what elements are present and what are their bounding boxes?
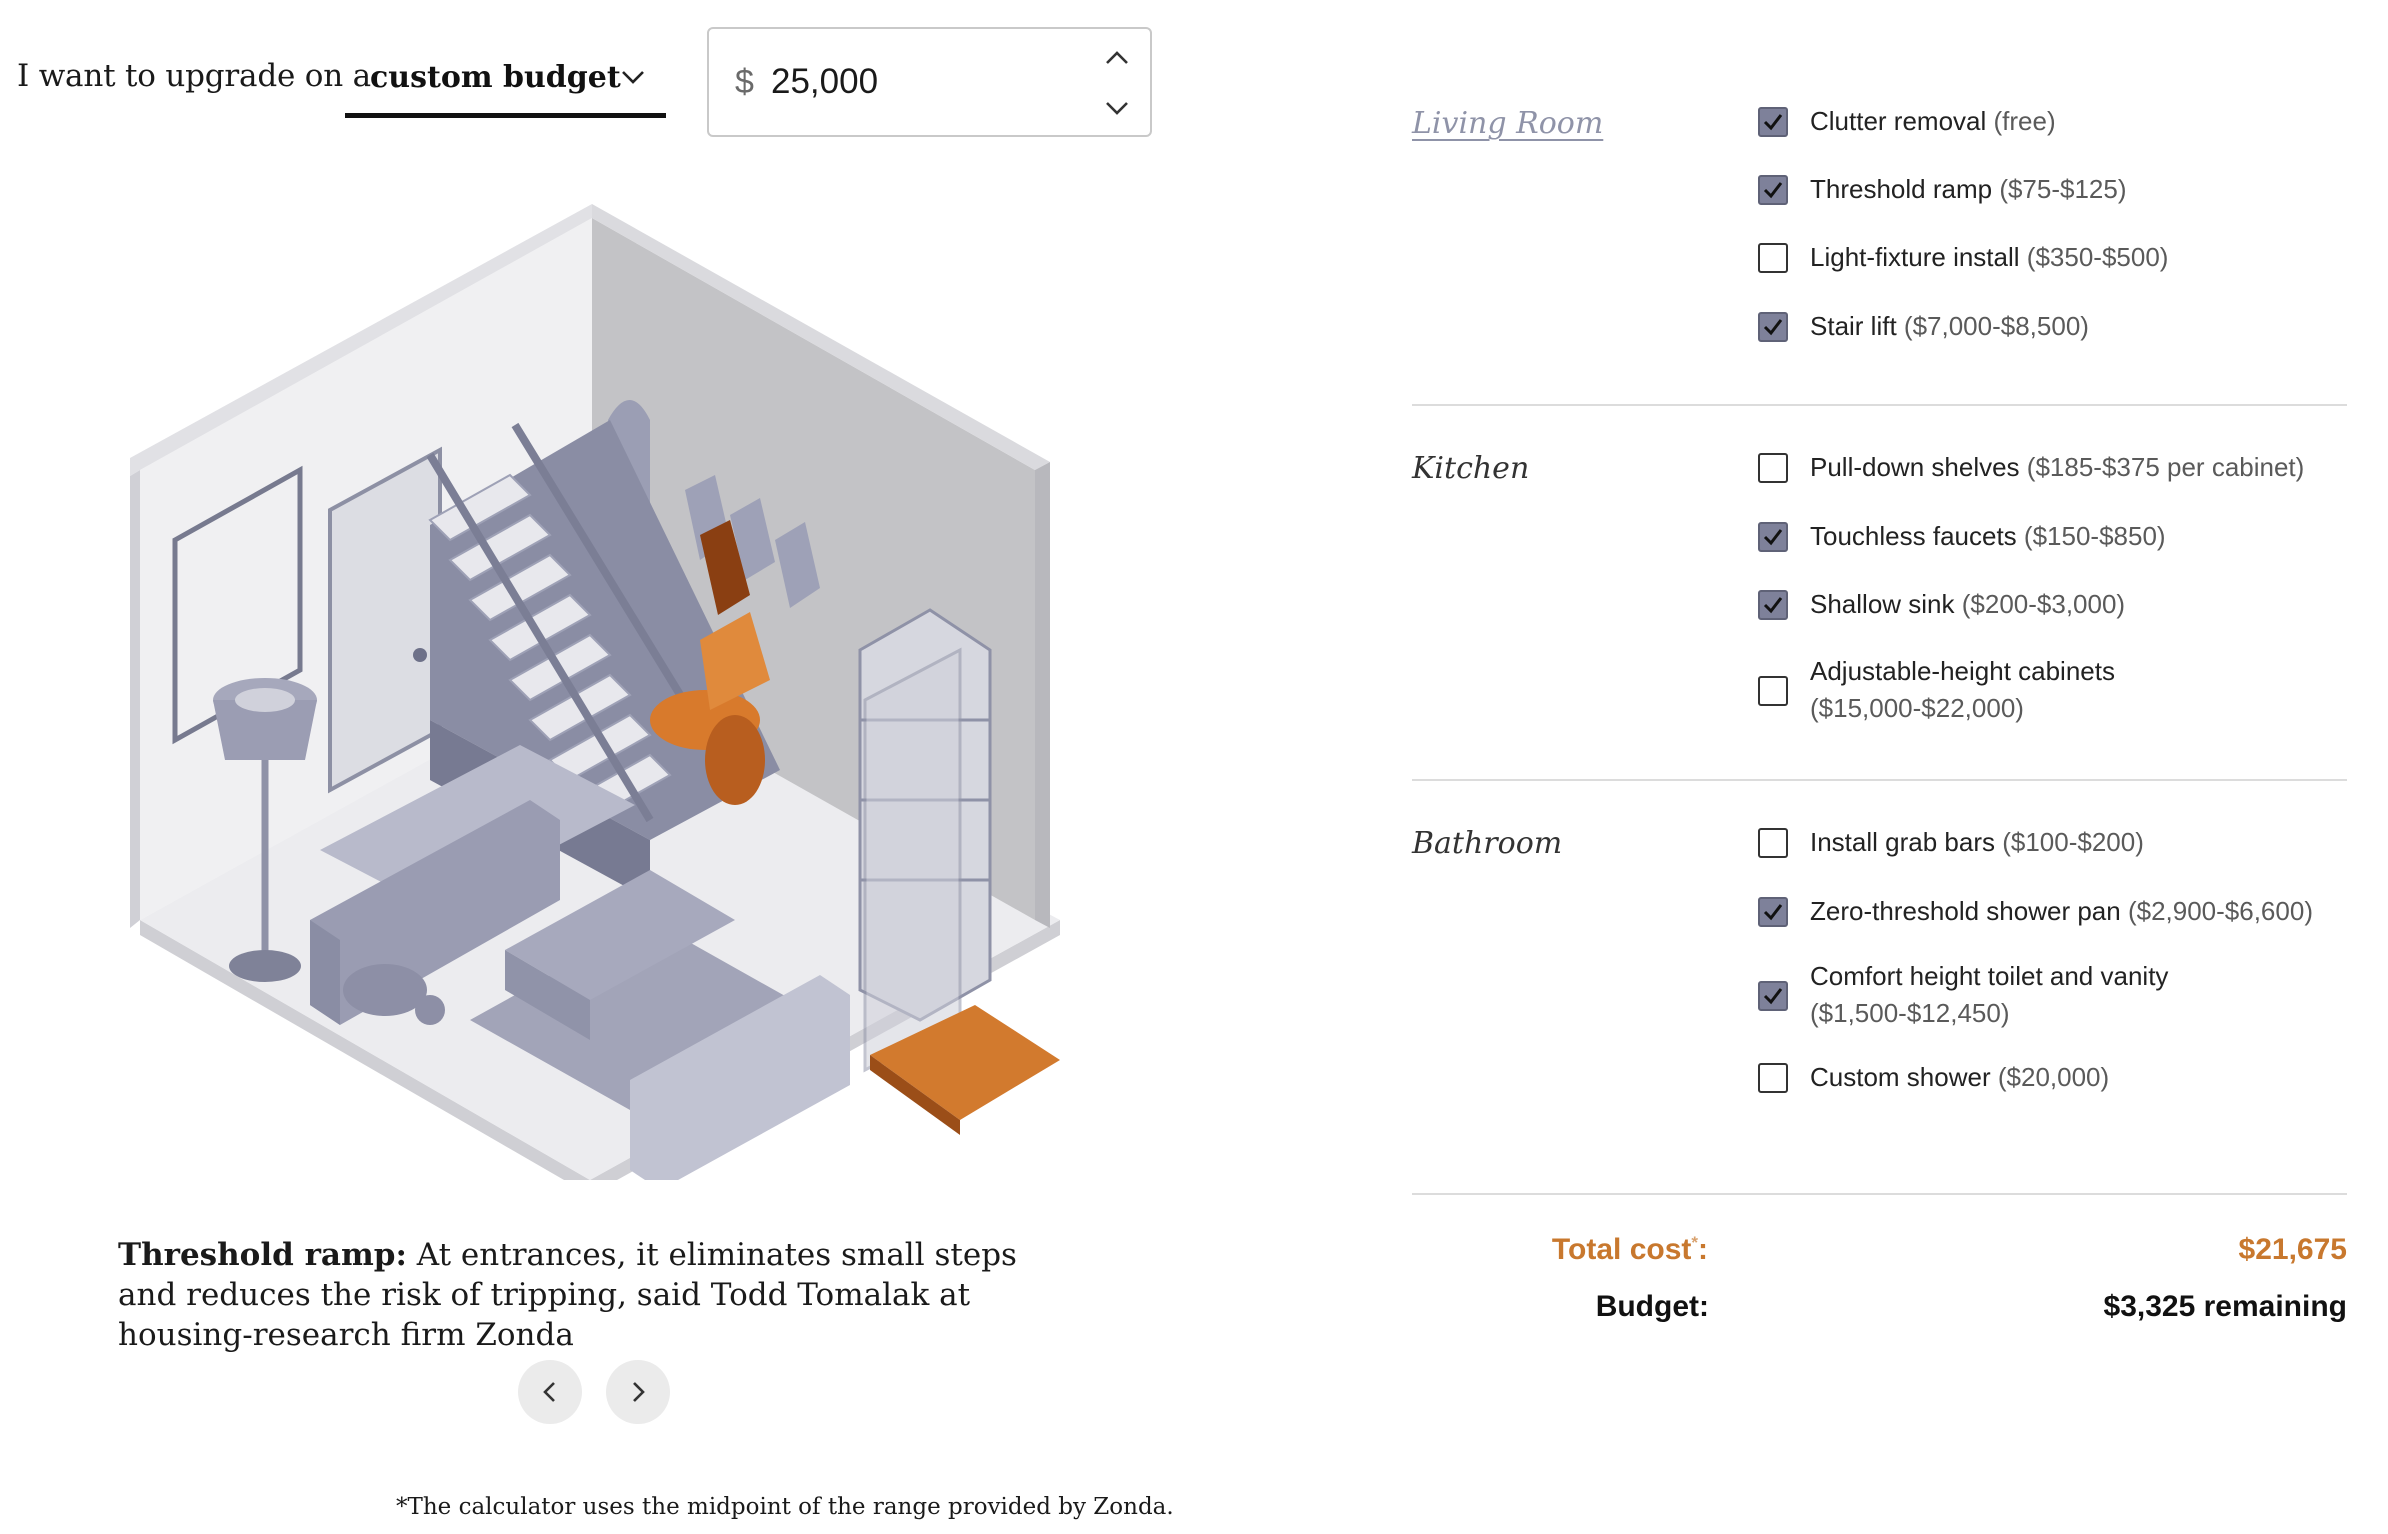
chevron-down-icon xyxy=(622,71,644,84)
option-label: Clutter removal (free) xyxy=(1810,106,2056,136)
room-kitchen-heading: Kitchen xyxy=(1412,451,1530,486)
option-label: Touchless faucets ($150-$850) xyxy=(1810,521,2166,551)
checkmark-icon xyxy=(1763,319,1783,336)
budget-remaining-value: $3,325 remaining xyxy=(2103,1290,2347,1323)
increment-chevron-up-icon[interactable] xyxy=(1100,41,1134,75)
option-label: Light-fixture install ($350-$500) xyxy=(1810,242,2169,272)
checkbox[interactable] xyxy=(1758,676,1788,706)
checkmark-icon xyxy=(1763,988,1783,1005)
room-bathroom-heading: Bathroom xyxy=(1412,826,1563,861)
checkmark-icon xyxy=(1763,114,1783,131)
feature-caption: Threshold ramp: At entrances, it elimina… xyxy=(118,1235,1078,1355)
option-label: Zero-threshold shower pan ($2,900-$6,600… xyxy=(1810,896,2313,926)
checkbox[interactable] xyxy=(1758,897,1788,927)
next-button[interactable] xyxy=(606,1360,670,1424)
option-label: Comfort height toilet and vanity ($1,500-… xyxy=(1810,961,2169,1028)
checkmark-icon xyxy=(1763,597,1783,614)
option-label: Shallow sink ($200-$3,000) xyxy=(1810,589,2126,619)
section-divider xyxy=(1412,779,2347,781)
option-label: Install grab bars ($100-$200) xyxy=(1810,827,2144,857)
budget-amount-value[interactable]: 25,000 xyxy=(771,62,878,102)
checkbox[interactable] xyxy=(1758,590,1788,620)
section-divider xyxy=(1412,1193,2347,1195)
checkbox[interactable] xyxy=(1758,828,1788,858)
checkmark-icon xyxy=(1763,182,1783,199)
intro-text: I want to upgrade on a xyxy=(17,58,371,94)
checkmark-icon xyxy=(1763,529,1783,546)
checkbox[interactable] xyxy=(1758,1063,1788,1093)
room-illustration xyxy=(130,204,1060,1180)
budget-label: Budget: xyxy=(1595,1290,1709,1323)
option-label: Custom shower ($20,000) xyxy=(1810,1062,2110,1092)
option-label: Threshold ramp ($75-$125) xyxy=(1810,174,2127,204)
footnote: *The calculator uses the midpoint of the… xyxy=(396,1494,1174,1520)
checkbox[interactable] xyxy=(1758,243,1788,273)
total-cost-value: $21,675 xyxy=(2238,1233,2347,1266)
checkbox[interactable] xyxy=(1758,107,1788,137)
section-divider xyxy=(1412,404,2347,406)
checkbox[interactable] xyxy=(1758,453,1788,483)
option-label: Adjustable-height cabinets ($15,000-$22,0… xyxy=(1810,656,2115,723)
checkbox[interactable] xyxy=(1758,312,1788,342)
room-living-room-link[interactable]: Living Room xyxy=(1412,106,1603,141)
option-label: Stair lift ($7,000-$8,500) xyxy=(1810,311,2089,341)
option-label: Pull-down shelves ($185-$375 per cabinet… xyxy=(1810,452,2305,482)
checkmark-icon xyxy=(1763,904,1783,921)
previous-button[interactable] xyxy=(518,1360,582,1424)
budget-amount-input[interactable]: $ 25,000 xyxy=(707,27,1152,137)
chevron-left-icon xyxy=(543,1382,555,1402)
decrement-chevron-down-icon[interactable] xyxy=(1100,91,1134,125)
budget-type-value: custom budget xyxy=(370,60,621,95)
chevron-right-icon xyxy=(633,1382,645,1402)
budget-type-select[interactable]: custom budget xyxy=(345,38,666,118)
total-cost-label: Total cost*: xyxy=(1551,1233,1708,1266)
caption-title: Threshold ramp: xyxy=(118,1237,407,1273)
checkbox[interactable] xyxy=(1758,522,1788,552)
checkbox[interactable] xyxy=(1758,981,1788,1011)
currency-symbol: $ xyxy=(735,63,754,101)
checkbox[interactable] xyxy=(1758,175,1788,205)
